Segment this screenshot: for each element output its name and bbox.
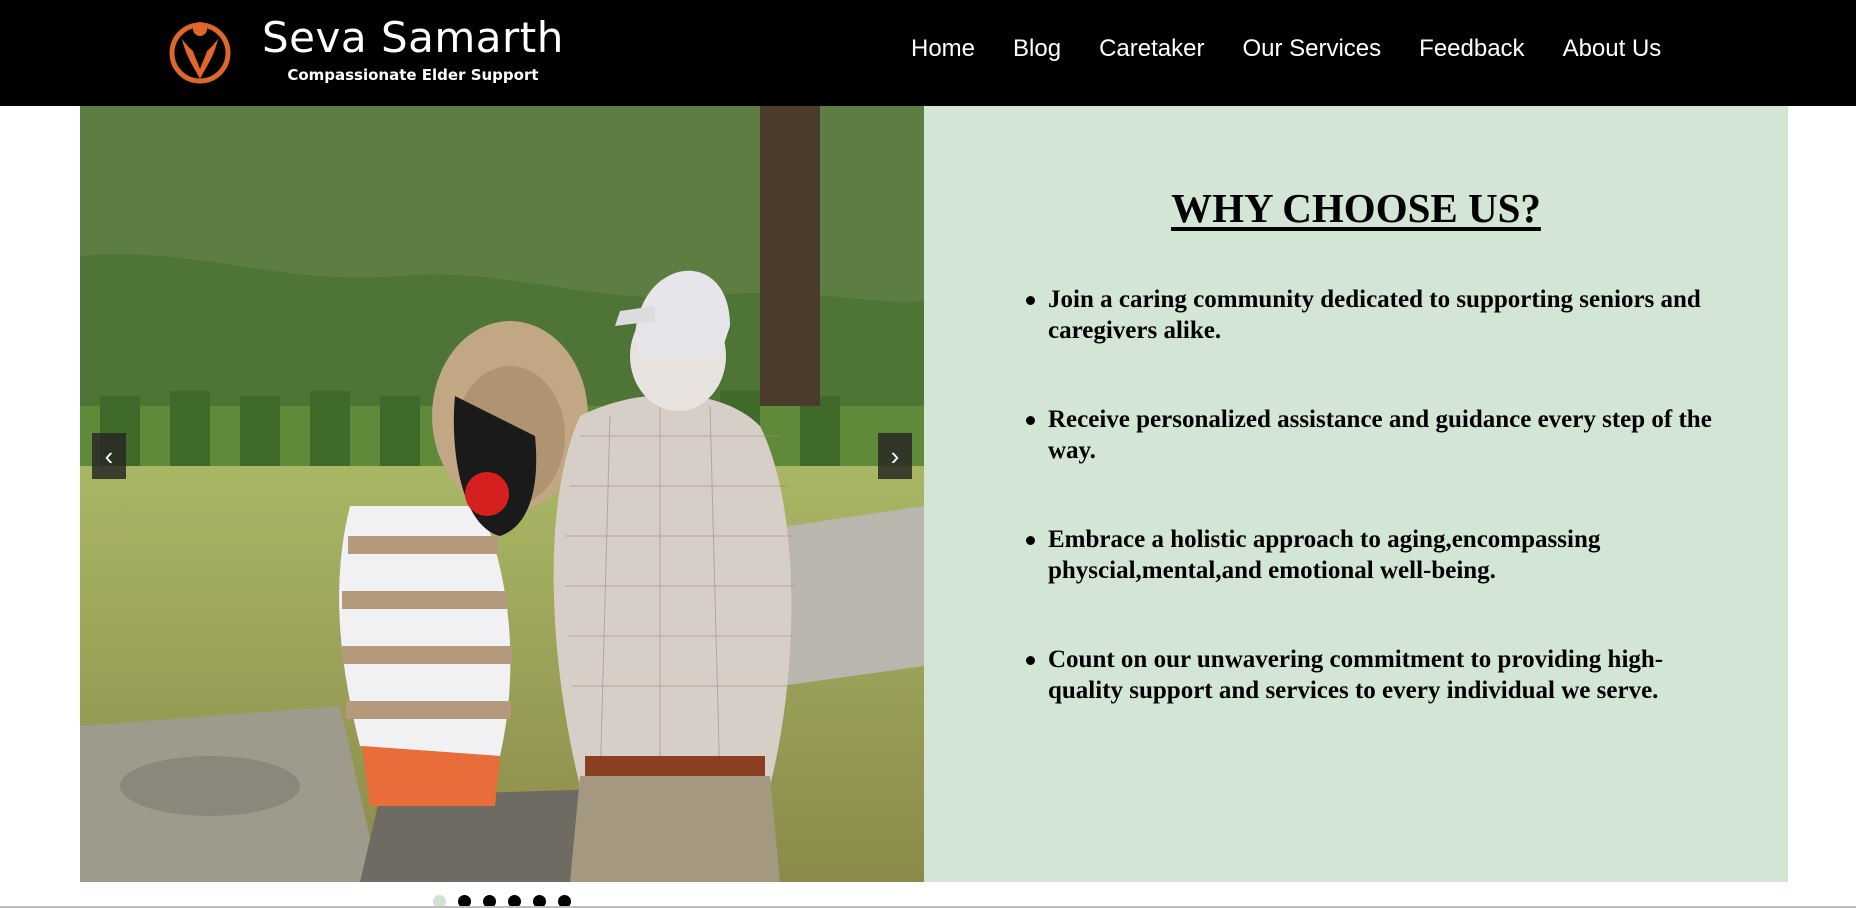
nav-blog[interactable]: Blog (1013, 34, 1061, 64)
why-list: Join a caring community dedicated to sup… (1024, 284, 1724, 764)
list-item: Count on our unwavering commitment to pr… (1024, 644, 1724, 764)
slider-next-button[interactable]: › (878, 433, 912, 479)
list-item: Receive personalized assistance and guid… (1024, 404, 1724, 524)
brand-tagline: Compassionate Elder Support (287, 66, 539, 84)
why-title: WHY CHOOSE US? (1171, 185, 1541, 231)
list-item-text: Count on our unwavering commitment to pr… (1048, 646, 1664, 704)
bullet-icon (1026, 296, 1035, 305)
bullet-icon (1026, 656, 1035, 665)
person-heart-logo-icon (169, 22, 231, 84)
list-item-text: Receive personalized assistance and guid… (1048, 406, 1712, 464)
bullet-icon (1026, 416, 1035, 425)
list-item: Embrace a holistic approach to aging,enc… (1024, 524, 1724, 644)
brand[interactable]: Seva Samarth Compassionate Elder Support (168, 10, 564, 90)
main-nav: Home Blog Caretaker Our Services Feedbac… (911, 34, 1661, 64)
slider-prev-button[interactable]: ‹ (92, 433, 126, 479)
brand-name: Seva Samarth (262, 13, 564, 62)
list-item: Join a caring community dedicated to sup… (1024, 284, 1724, 404)
nav-our-services[interactable]: Our Services (1242, 34, 1381, 64)
nav-home[interactable]: Home (911, 34, 975, 64)
nav-about-us[interactable]: About Us (1563, 34, 1662, 64)
why-choose-us-panel: WHY CHOOSE US? Join a caring community d… (924, 106, 1788, 882)
brand-text: Seva Samarth Compassionate Elder Support (262, 14, 564, 86)
list-item-text: Embrace a holistic approach to aging,enc… (1048, 526, 1601, 584)
list-item-text: Join a caring community dedicated to sup… (1048, 286, 1701, 344)
site-header: Seva Samarth Compassionate Elder Support… (0, 0, 1856, 106)
nav-feedback[interactable]: Feedback (1419, 34, 1524, 64)
bullet-icon (1026, 536, 1035, 545)
slide-image (80, 106, 924, 882)
nav-caretaker[interactable]: Caretaker (1099, 34, 1204, 64)
image-slider: ‹ › (80, 106, 924, 882)
